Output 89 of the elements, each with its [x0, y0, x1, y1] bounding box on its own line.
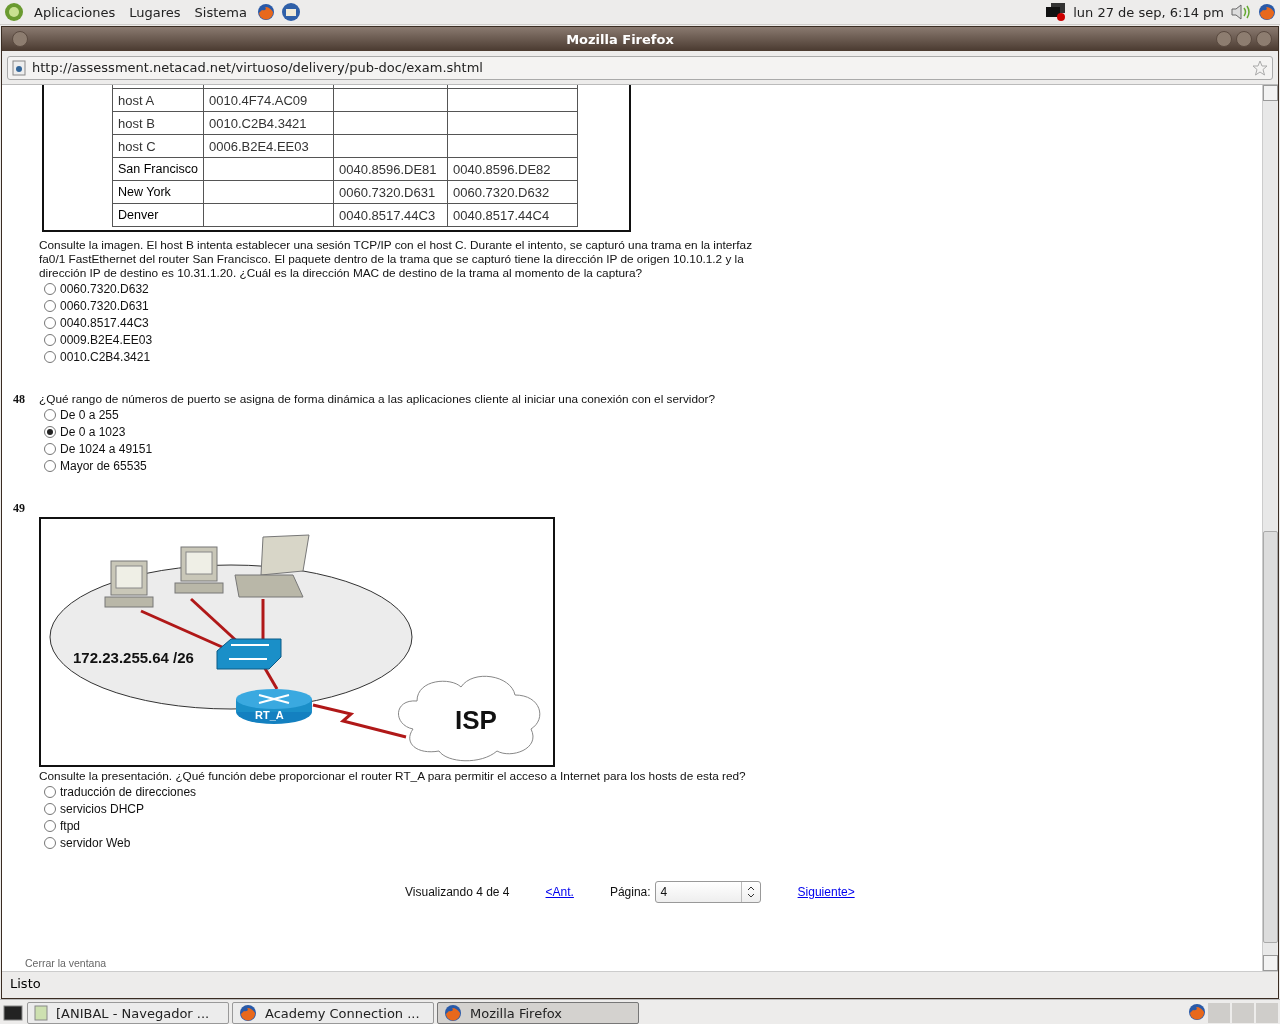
browser-tray-icon[interactable] [1258, 3, 1276, 21]
table-cell: Denver [112, 203, 204, 227]
window-menu-button[interactable] [12, 31, 28, 47]
laptop-icon [234, 534, 310, 598]
radio-button[interactable] [44, 425, 56, 438]
star-icon[interactable] [1252, 59, 1268, 76]
question-text: Consulte la imagen. El host B intenta establecer una sesión TCP/IP con el host C. Durante el intento, se capturó una trama en la interfaz fa0/1 FastEthernet del router San Francisco. El paquete dentro de la trama que se capturó tiene la dirección IP de origen 10.10.1.2 y la dirección IP de destino es 10.31.1.20. ¿Cuál es la dirección MAC de destino de la trama al momento de la captura? [39, 238, 754, 280]
browser-icon[interactable] [239, 1004, 257, 1022]
table-cell: San Francisco [112, 157, 204, 181]
scrollbar-thumb[interactable] [1263, 531, 1278, 943]
document-icon [34, 1005, 48, 1021]
page-label: Página: [609, 885, 651, 899]
option-label: De 1024 a 49151 [60, 441, 153, 456]
taskbar-button[interactable]: Mozilla Firefox [437, 1002, 639, 1024]
table-cell: 0040.8517.44C4 [447, 203, 578, 227]
radio-button[interactable] [44, 442, 56, 455]
radio-button[interactable] [44, 459, 56, 472]
panel-menu[interactable]: Lugares [125, 4, 185, 20]
option-label: 0010.C2B4.3421 [60, 349, 151, 364]
table-cell: host C [112, 134, 204, 158]
taskbar-button[interactable]: Academy Connection ... [232, 1002, 434, 1024]
status-text: Listo [2, 971, 1278, 995]
question-number: 49 [12, 501, 25, 515]
table-cell: 0060.7320.D631 [333, 180, 448, 204]
cloud-label: ISP [455, 705, 497, 735]
radio-button[interactable] [44, 819, 56, 832]
router-icon [236, 689, 312, 724]
option-label: Mayor de 65535 [60, 458, 147, 473]
question-number: 48 [12, 392, 25, 406]
panel-menu[interactable]: Sistema [190, 4, 251, 20]
radio-button[interactable] [44, 282, 56, 295]
browser-workspace-icon[interactable] [1188, 1003, 1206, 1021]
option-label: De 0 a 255 [60, 407, 119, 422]
previous-link[interactable]: <Ant. [545, 885, 574, 899]
close-window-link[interactable]: Cerrar la ventana [25, 957, 107, 969]
option-label: 0060.7320.D631 [60, 298, 149, 313]
page-icon [12, 59, 26, 76]
radio-button[interactable] [44, 408, 56, 421]
table-cell: 0040.8517.44C3 [333, 203, 448, 227]
option-label: traducción de direcciones [60, 784, 197, 799]
table-cell: host B [112, 111, 204, 135]
table-cell: 0010.4F74.AC09 [203, 88, 334, 112]
radio-button[interactable] [44, 333, 56, 346]
maximize-button[interactable] [1236, 31, 1252, 47]
window-title: Mozilla Firefox [565, 31, 675, 47]
scroll-down-button[interactable] [1263, 955, 1278, 971]
browser-icon[interactable] [444, 1004, 462, 1022]
minimize-button[interactable] [1216, 31, 1232, 47]
radio-button[interactable] [44, 802, 56, 815]
radio-button[interactable] [44, 836, 56, 849]
clock[interactable]: lun 27 de sep, 6:14 pm [1073, 4, 1224, 20]
router-label: RT_A [255, 709, 284, 721]
scroll-up-button[interactable] [1263, 85, 1278, 101]
show-desktop-icon[interactable] [2, 1003, 24, 1023]
table-cell: 0040.8596.DE81 [333, 157, 448, 181]
spinner-arrows-icon [746, 886, 755, 898]
question-text: Consulte la presentación. ¿Qué función debe proporcionar el router RT_A para permitir el acceso a Internet para los hosts de esta red? [39, 769, 747, 783]
panel-menu[interactable]: Aplicaciones [30, 4, 120, 20]
table-cell: 0040.8596.DE82 [447, 157, 578, 181]
subnet-label: 172.23.255.64 /26 [73, 649, 194, 666]
switch-icon [216, 638, 282, 670]
option-label: servidor Web [60, 835, 131, 850]
radio-button[interactable] [44, 350, 56, 363]
page-summary: Visualizando 4 de 4 [405, 885, 510, 899]
mail-launcher-icon[interactable] [280, 2, 301, 22]
taskbar-button[interactable]: [ANIBAL - Navegador ... [27, 1002, 229, 1024]
table-cell: 0006.B2E4.EE03 [203, 134, 334, 158]
option-label: ftpd [60, 818, 80, 833]
next-link[interactable]: Siguiente> [797, 885, 855, 899]
radio-button[interactable] [44, 299, 56, 312]
table-cell: New York [112, 180, 204, 204]
close-button[interactable] [1256, 31, 1272, 47]
page-select[interactable]: 4 [654, 881, 761, 903]
option-label: 0040.8517.44C3 [60, 315, 149, 330]
option-label: De 0 a 1023 [60, 424, 126, 439]
address-bar[interactable]: http://assessment.netacad.net/virtuoso/delivery/pub-doc/exam.shtml [7, 55, 1273, 80]
option-label: 0060.7320.D632 [60, 281, 149, 296]
radio-button[interactable] [44, 785, 56, 798]
question-text: ¿Qué rango de números de puerto se asigna de forma dinámica a las aplicaciones cliente al iniciar una conexión con el servidor? [39, 392, 717, 406]
speaker-icon[interactable] [1230, 2, 1252, 22]
table-cell: 0010.C2B4.3421 [203, 111, 334, 135]
cloud-icon [398, 675, 541, 762]
table-cell: host A [112, 88, 204, 112]
option-label: 0009.B2E4.EE03 [60, 332, 153, 347]
option-label: servicios DHCP [60, 801, 144, 816]
radio-button[interactable] [44, 316, 56, 329]
table-cell: 0060.7320.D632 [447, 180, 578, 204]
network-disconnected-icon[interactable] [1045, 2, 1068, 22]
browser-launcher-icon[interactable] [256, 3, 275, 21]
